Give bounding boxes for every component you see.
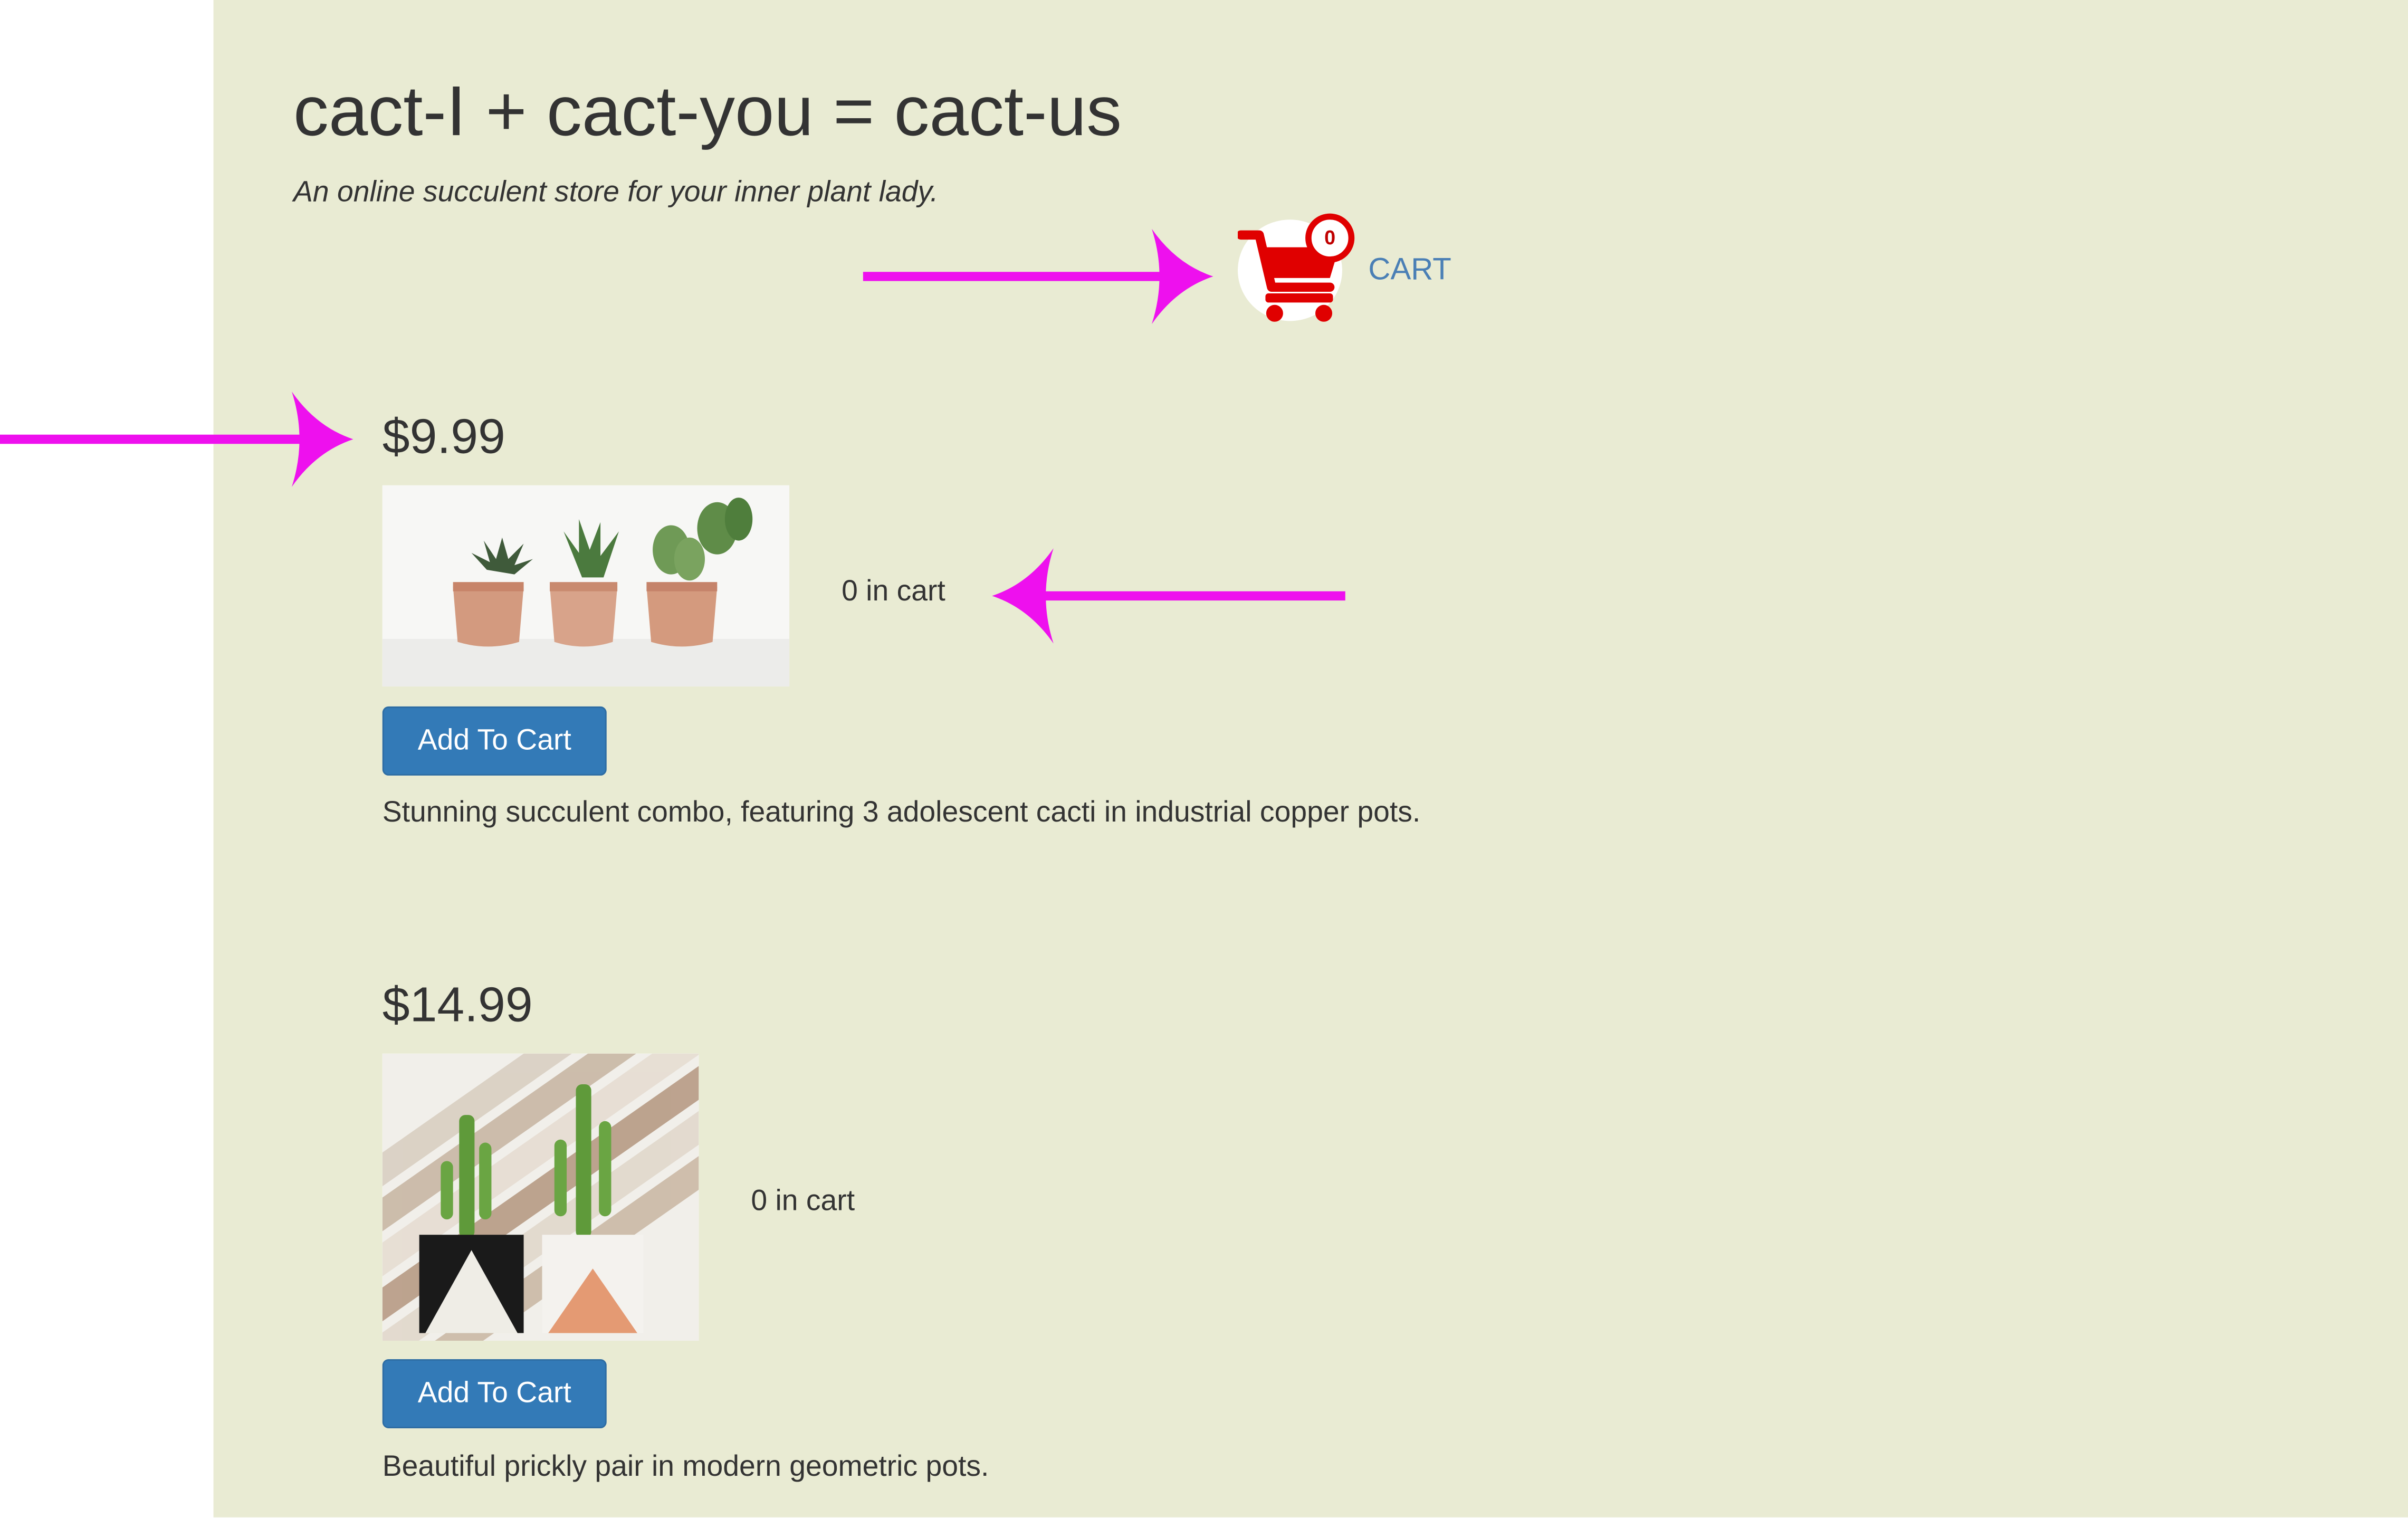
add-to-cart-button[interactable]: Add To Cart [382,1359,607,1428]
product-in-cart-count: 0 in cart [751,1186,855,1218]
product-description: Stunning succulent combo, featuring 3 ad… [382,797,1421,829]
product-image-geometric-pots [382,1053,699,1341]
cart-count-badge: 0 [1305,213,1355,263]
product-in-cart-count: 0 in cart [842,576,945,608]
annotation-arrow-right [863,228,1213,324]
cart-link[interactable]: 0 CART [1238,213,1468,327]
product-price: $9.99 [382,408,505,464]
product-image-copper-pots [382,485,790,687]
site-tagline: An online succulent store for your inner… [293,176,939,209]
annotation-arrow-right [0,392,353,487]
product-description: Beautiful prickly pair in modern geometr… [382,1451,989,1484]
annotation-arrow-left [992,548,1345,644]
product-price: $14.99 [382,977,533,1032]
add-to-cart-button[interactable]: Add To Cart [382,706,607,776]
page: cact-I + cact-you = cact-us An online su… [0,0,2408,1517]
cart-label[interactable]: CART [1368,252,1451,289]
site-title: cact-I + cact-you = cact-us [293,70,1122,151]
